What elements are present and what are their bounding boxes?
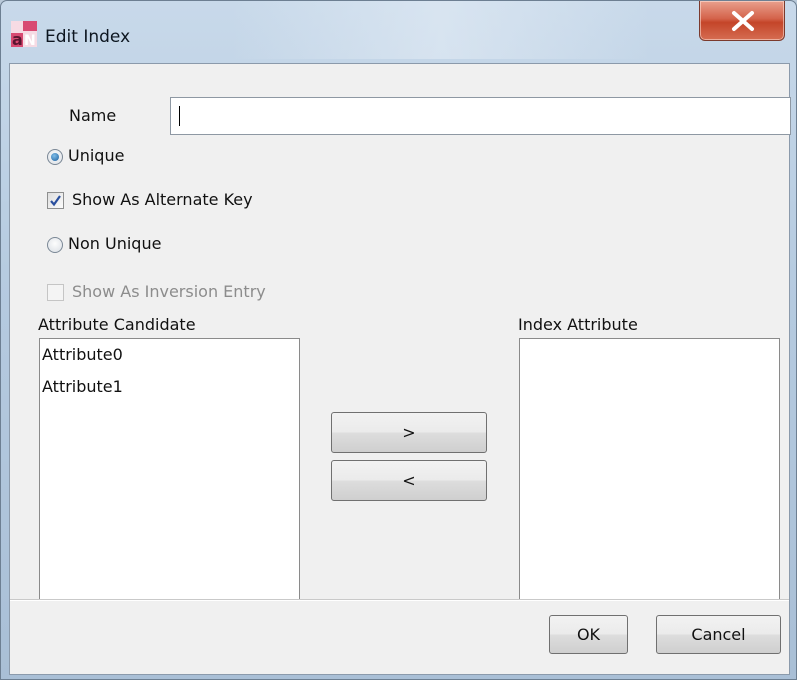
unique-radio[interactable] bbox=[47, 149, 63, 165]
svg-text:N: N bbox=[24, 33, 36, 47]
dialog-window: a N Edit Index Name Unique Show As Alter… bbox=[0, 0, 797, 680]
checkmark-icon bbox=[50, 195, 61, 207]
window-title: Edit Index bbox=[45, 27, 131, 47]
attribute-candidate-header: Attribute Candidate bbox=[38, 315, 196, 334]
cancel-button[interactable]: Cancel bbox=[656, 615, 781, 654]
index-attribute-header: Index Attribute bbox=[518, 315, 638, 334]
non-unique-label: Non Unique bbox=[68, 234, 162, 253]
index-attribute-list[interactable] bbox=[519, 338, 780, 600]
footer-divider-highlight bbox=[10, 600, 789, 601]
remove-attribute-label: < bbox=[402, 471, 416, 490]
attribute-candidate-list[interactable]: Attribute0 Attribute1 bbox=[39, 338, 300, 600]
svg-text:a: a bbox=[12, 30, 23, 47]
cancel-label: Cancel bbox=[691, 625, 746, 644]
list-item[interactable]: Attribute0 bbox=[40, 339, 299, 371]
list-item[interactable]: Attribute1 bbox=[40, 371, 299, 403]
show-alternate-key-label: Show As Alternate Key bbox=[72, 190, 253, 209]
unique-label: Unique bbox=[68, 146, 125, 165]
name-input[interactable] bbox=[170, 97, 791, 135]
ok-button[interactable]: OK bbox=[549, 615, 628, 654]
text-caret bbox=[179, 106, 180, 126]
ok-label: OK bbox=[576, 625, 601, 644]
add-attribute-button[interactable]: > bbox=[331, 412, 487, 453]
close-icon bbox=[732, 11, 754, 31]
dialog-body: Name Unique Show As Alternate Key Non Un… bbox=[9, 63, 791, 675]
name-label: Name bbox=[69, 106, 117, 125]
remove-attribute-button[interactable]: < bbox=[331, 460, 487, 501]
close-button[interactable] bbox=[699, 1, 785, 41]
non-unique-radio[interactable] bbox=[47, 237, 63, 253]
app-logo-icon: a N bbox=[11, 21, 37, 47]
show-inversion-entry-label: Show As Inversion Entry bbox=[72, 282, 266, 301]
show-alternate-key-checkbox[interactable] bbox=[47, 192, 64, 209]
show-inversion-entry-checkbox[interactable] bbox=[47, 284, 64, 301]
add-attribute-label: > bbox=[402, 423, 416, 442]
